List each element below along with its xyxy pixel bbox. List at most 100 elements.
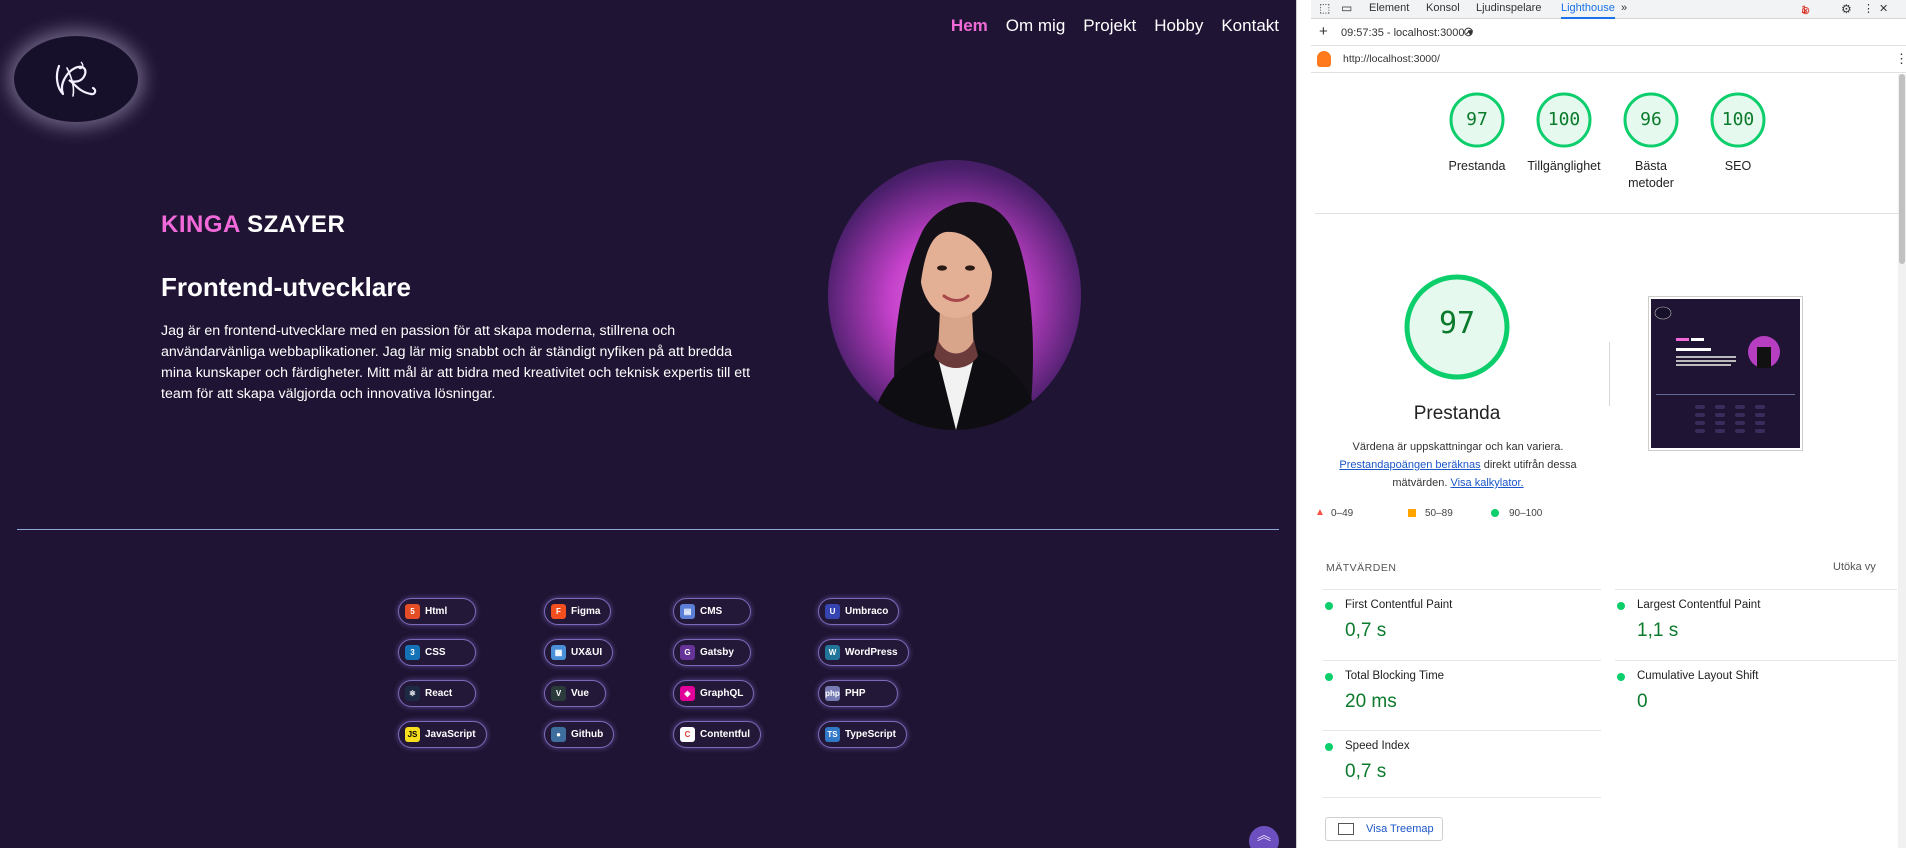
- error-count: 1: [1801, 4, 1808, 16]
- score-note-text: mätvärden.: [1392, 477, 1451, 489]
- score-calc-link[interactable]: Prestandapoängen beräknas: [1339, 459, 1480, 471]
- score-gauge-seo[interactable]: 100: [1709, 91, 1767, 149]
- divider: [1323, 589, 1601, 590]
- hero-description: Jag är en frontend-utvecklare med en pas…: [161, 323, 751, 402]
- scroll-to-top-button[interactable]: ︽: [1249, 826, 1279, 848]
- score-gauge-bästa-metoder[interactable]: 96: [1622, 91, 1680, 149]
- vue-icon: V: [551, 686, 566, 701]
- hero-name: KINGA SZAYER: [161, 211, 345, 239]
- skill-label: GraphQL: [700, 688, 744, 699]
- kebab-menu-icon[interactable]: ⋮: [1863, 2, 1874, 15]
- legend-range-pass: 90–100: [1509, 508, 1543, 519]
- php-icon: php: [825, 686, 840, 701]
- score-label: Prestanda: [1448, 159, 1506, 173]
- skill-badge-graphql: ◈ GraphQL: [673, 680, 755, 707]
- score-value: 96: [1640, 109, 1662, 130]
- skill-badge-react: ⚛ React: [398, 680, 476, 707]
- inspect-element-icon[interactable]: ⬚: [1319, 1, 1330, 15]
- skill-label: PHP: [845, 688, 866, 699]
- pass-circle-icon: [1325, 602, 1333, 610]
- url-bar: http://localhost:3000/ ⋮: [1311, 47, 1906, 73]
- metric-value: 0,7 s: [1345, 620, 1387, 641]
- divider: [1615, 589, 1897, 590]
- skill-label: TypeScript: [845, 729, 896, 740]
- website-viewport: Hem Om mig Projekt Hobby Kontakt KINGA S…: [0, 0, 1296, 848]
- skill-badge-css: 3 CSS: [398, 639, 476, 666]
- skill-badge-ux-ui: ▦ UX&UI: [544, 639, 614, 666]
- devtools-tab-bar: ⬚ ▭ Element Konsol Ljudinspelare Lightho…: [1311, 0, 1906, 19]
- treemap-label: Visa Treemap: [1366, 823, 1434, 835]
- metric-name: First Contentful Paint: [1345, 599, 1453, 611]
- pass-circle-icon: [1617, 673, 1625, 681]
- kebab-menu-icon[interactable]: ⋮: [1895, 51, 1906, 67]
- gear-icon[interactable]: ⚙: [1841, 2, 1852, 16]
- treemap-icon: [1338, 823, 1354, 835]
- metric-item[interactable]: First Contentful Paint 0,7 s: [1325, 599, 1595, 655]
- nav-item-hem[interactable]: Hem: [951, 16, 988, 36]
- device-toolbar-icon[interactable]: ▭: [1341, 1, 1352, 15]
- expand-view-button[interactable]: Utöka vy: [1833, 561, 1876, 573]
- close-icon[interactable]: ✕: [1879, 2, 1888, 15]
- nav-item-om-mig[interactable]: Om mig: [1006, 16, 1066, 36]
- metric-name: Speed Index: [1345, 740, 1410, 752]
- score-gauge-prestanda[interactable]: 97: [1448, 91, 1506, 149]
- nav-item-kontakt[interactable]: Kontakt: [1221, 16, 1279, 36]
- divider: [1315, 213, 1899, 214]
- chevron-up-icon: ︽: [1257, 827, 1271, 843]
- metric-item[interactable]: Largest Contentful Paint 1,1 s: [1617, 599, 1887, 655]
- report-selector[interactable]: 09:57:35 - localhost:3000 ▾: [1341, 26, 1473, 39]
- metric-item[interactable]: Cumulative Layout Shift 0: [1617, 670, 1887, 726]
- clear-icon[interactable]: ⊘: [1463, 24, 1474, 40]
- skill-label: CMS: [700, 606, 723, 617]
- react-icon: ⚛: [405, 686, 420, 701]
- legend-range-fail: 0–49: [1331, 508, 1354, 519]
- main-score-gauge[interactable]: 97: [1402, 272, 1512, 382]
- show-calculator-link[interactable]: Visa kalkylator.: [1450, 477, 1523, 489]
- gatsby-icon: G: [680, 645, 695, 660]
- metric-item[interactable]: Speed Index 0,7 s: [1325, 740, 1595, 796]
- metric-item[interactable]: Total Blocking Time 20 ms: [1325, 670, 1595, 726]
- skill-badge-cms: ▤ CMS: [673, 598, 751, 625]
- plus-icon[interactable]: +: [1319, 23, 1328, 40]
- uxui-icon: ▦: [551, 645, 566, 660]
- tab-element[interactable]: Element: [1369, 2, 1409, 14]
- skill-label: Figma: [571, 606, 601, 617]
- metrics-title: MÄTVÄRDEN: [1326, 562, 1397, 574]
- nav-item-hobby[interactable]: Hobby: [1154, 16, 1203, 36]
- pass-circle-icon: [1491, 509, 1499, 517]
- skill-badge-javascript: JS JavaScript: [398, 721, 487, 748]
- pass-circle-icon: [1325, 673, 1333, 681]
- skill-label: Github: [571, 729, 604, 740]
- tab-lighthouse[interactable]: Lighthouse: [1561, 2, 1615, 19]
- skill-badge-php: php PHP: [818, 680, 898, 707]
- main-score-value: 97: [1438, 306, 1476, 341]
- tab-ljudinspelare[interactable]: Ljudinspelare: [1476, 2, 1541, 14]
- view-treemap-button[interactable]: Visa Treemap: [1325, 817, 1443, 841]
- score-gauge-tillgänglighet[interactable]: 100: [1535, 91, 1593, 149]
- section-divider: [17, 529, 1279, 530]
- skill-label: Contentful: [700, 729, 750, 740]
- css3-icon: 3: [405, 645, 420, 660]
- figma-icon: F: [551, 604, 566, 619]
- metric-value: 0: [1637, 691, 1648, 712]
- more-tabs-icon[interactable]: »: [1621, 2, 1627, 14]
- vertical-divider: [1609, 342, 1610, 406]
- score-value: 100: [1547, 109, 1581, 130]
- skill-label: Html: [425, 606, 448, 617]
- score-label: Bästa metoder: [1628, 159, 1674, 190]
- profile-photo: [828, 160, 1081, 430]
- skill-label: Umbraco: [845, 606, 889, 617]
- skill-badge-gatsby: G Gatsby: [673, 639, 751, 666]
- github-icon: ●: [551, 727, 566, 742]
- report-scrollbar-thumb[interactable]: [1899, 74, 1905, 264]
- skill-badge-contentful: C Contentful: [673, 721, 761, 748]
- metric-name: Largest Contentful Paint: [1637, 599, 1761, 611]
- score-label: Tillgänglighet: [1527, 159, 1601, 173]
- tab-konsol[interactable]: Konsol: [1426, 2, 1460, 14]
- site-logo[interactable]: [14, 36, 138, 122]
- skill-label: Vue: [571, 688, 589, 699]
- nav-item-projekt[interactable]: Projekt: [1083, 16, 1136, 36]
- metric-value: 0,7 s: [1345, 761, 1387, 782]
- page-screenshot-thumbnail[interactable]: [1648, 296, 1803, 451]
- hero-last-name: SZAYER: [247, 211, 346, 238]
